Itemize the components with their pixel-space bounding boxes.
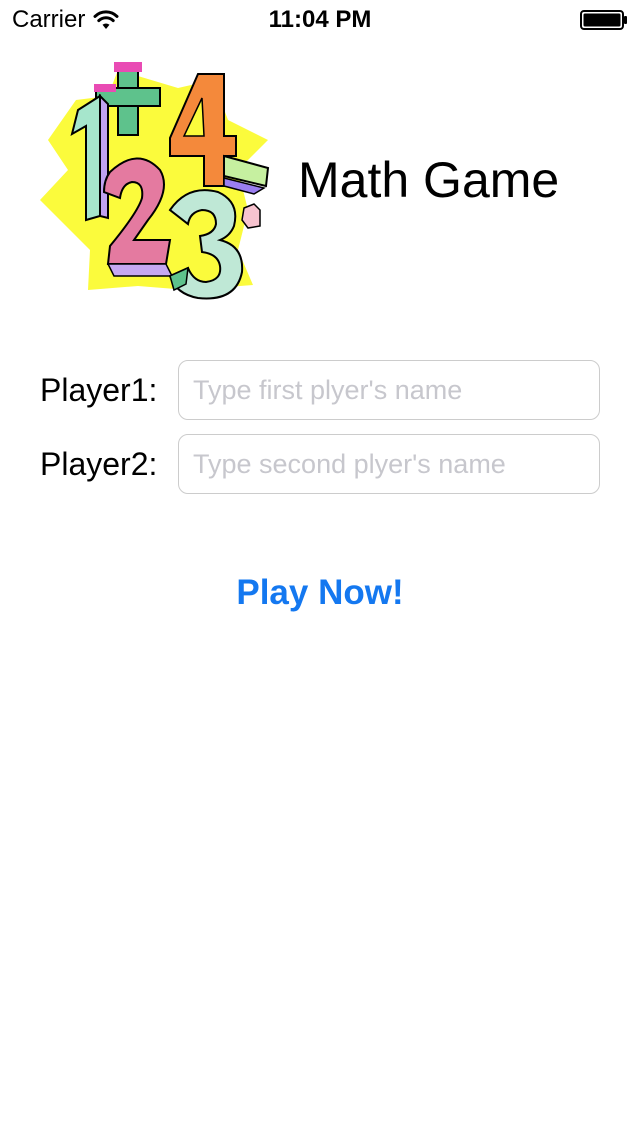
- player2-label: Player2:: [40, 446, 158, 482]
- status-bar: Carrier 11:04 PM: [0, 0, 640, 40]
- player1-label: Player1:: [40, 372, 158, 408]
- player1-row: Player1:: [40, 360, 600, 420]
- math-numbers-logo: [40, 62, 270, 300]
- clock: 11:04 PM: [268, 6, 372, 33]
- battery-full-icon: [580, 10, 627, 30]
- player2-name-input[interactable]: [178, 434, 600, 494]
- player2-row: Player2:: [40, 434, 600, 494]
- play-now-button[interactable]: Play Now!: [190, 568, 450, 618]
- screen: Carrier 11:04 PM Math Game Player1: Type…: [0, 0, 640, 1136]
- app-title: Math Game: [298, 152, 560, 208]
- player1-name-input[interactable]: [178, 360, 600, 420]
